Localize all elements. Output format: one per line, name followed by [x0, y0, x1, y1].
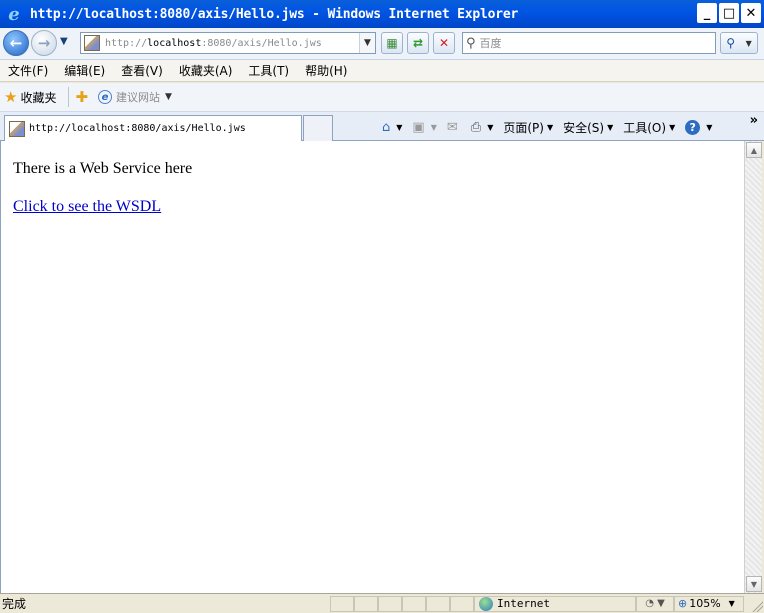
window-controls: _ □ ✕: [697, 3, 761, 23]
vertical-scrollbar[interactable]: ▲ ▼: [744, 141, 762, 593]
refresh-button[interactable]: ⇄: [407, 32, 429, 54]
back-button[interactable]: ←: [3, 30, 29, 56]
tab-page-icon: [9, 120, 25, 137]
scroll-up-button[interactable]: ▲: [746, 142, 762, 158]
menu-edit[interactable]: 编辑(E): [56, 62, 113, 79]
new-tab-button[interactable]: [303, 115, 333, 141]
window-title: http://localhost:8080/axis/Hello.jws - W…: [30, 6, 519, 22]
menu-tools[interactable]: 工具(T): [240, 62, 297, 79]
tab-title: http://localhost:8080/axis/Hello.jws: [29, 123, 246, 134]
address-url[interactable]: http://localhost:8080/axis/Hello.jws: [105, 38, 322, 49]
favorites-bar: ★ 收藏夹 ✚ e 建议网站 ▼: [0, 83, 764, 112]
separator: [68, 87, 70, 107]
home-icon: ⌂: [382, 119, 391, 135]
ie-logo-icon: e: [8, 3, 20, 25]
status-pane: [330, 595, 354, 612]
menu-bar: 文件(F) 编辑(E) 查看(V) 收藏夹(A) 工具(T) 帮助(H): [0, 60, 764, 82]
recent-pages-dropdown[interactable]: ▼: [60, 36, 68, 47]
menu-favorites[interactable]: 收藏夹(A): [171, 62, 241, 79]
print-button[interactable]: ⎙ ▼: [471, 120, 494, 135]
add-to-favorites-icon[interactable]: ✚: [75, 88, 88, 106]
page-content: There is a Web Service here Click to see…: [0, 141, 744, 593]
forward-arrow-icon: →: [37, 34, 51, 52]
url-prefix: http://: [105, 37, 148, 49]
address-toolbar: ← → ▼ http://localhost:8080/axis/Hello.j…: [0, 28, 764, 60]
minimize-button[interactable]: _: [697, 3, 717, 23]
search-provider-icon: ⚲: [466, 35, 476, 51]
forward-button[interactable]: →: [31, 30, 57, 56]
star-icon[interactable]: ★: [4, 88, 17, 106]
address-bar[interactable]: http://localhost:8080/axis/Hello.jws ▼: [80, 32, 376, 54]
search-placeholder: 百度: [479, 37, 502, 50]
favorites-button[interactable]: 收藏夹: [20, 89, 56, 106]
feeds-icon: ▣: [412, 119, 425, 135]
resize-grip[interactable]: [751, 600, 763, 612]
stop-icon: ✕: [438, 36, 450, 50]
suggested-sites-link[interactable]: 建议网站: [116, 89, 160, 105]
url-host: localhost: [147, 37, 202, 49]
status-pane: [378, 595, 402, 612]
search-button[interactable]: ⚲ ▼: [720, 32, 758, 54]
globe-icon: [479, 596, 493, 611]
search-icon: ⚲: [726, 36, 736, 50]
page-menu-label: 页面(P): [503, 120, 544, 135]
wsdl-link[interactable]: Click to see the WSDL: [13, 198, 161, 216]
safety-menu[interactable]: 安全(S) ▼: [563, 119, 613, 136]
print-icon: ⎙: [470, 119, 482, 135]
status-pane: [426, 595, 450, 612]
title-bar: e http://localhost:8080/axis/Hello.jws -…: [0, 0, 764, 28]
security-zone[interactable]: Internet: [474, 595, 636, 612]
status-bar: 完成 Internet ◔ ▼ ⊕ 105% ▼: [0, 593, 764, 613]
search-options-icon[interactable]: ▼: [746, 39, 752, 48]
menu-help[interactable]: 帮助(H): [297, 62, 355, 79]
scroll-down-button[interactable]: ▼: [746, 576, 762, 592]
read-mail-button[interactable]: ✉: [447, 120, 461, 135]
maximize-button[interactable]: □: [719, 3, 739, 23]
status-pane: [402, 595, 426, 612]
suggested-sites-icon: e: [98, 90, 113, 104]
feeds-button[interactable]: ▣ ▼: [412, 120, 436, 135]
zoom-icon: ⊕: [678, 597, 688, 610]
stop-button[interactable]: ✕: [433, 32, 455, 54]
command-bar: ⌂ ▼ ▣ ▼ ✉ ⎙ ▼ 页面(P) ▼ 安全(S) ▼ 工具(O) ▼ ? ▼: [382, 117, 722, 137]
tools-menu[interactable]: 工具(O) ▼: [623, 119, 675, 136]
address-dropdown[interactable]: ▼: [359, 33, 375, 53]
help-menu[interactable]: ? ▼: [685, 119, 712, 135]
status-pane: [354, 595, 378, 612]
compat-icon: ▦: [386, 36, 398, 50]
back-arrow-icon: ←: [9, 34, 23, 52]
mail-icon: ✉: [446, 119, 458, 135]
zone-label: Internet: [497, 597, 550, 610]
zoom-level: 105%: [689, 597, 721, 610]
page-icon: [84, 35, 100, 51]
refresh-icon: ⇄: [412, 36, 424, 50]
close-button[interactable]: ✕: [741, 3, 761, 23]
tools-menu-label: 工具(O): [623, 120, 667, 135]
protected-mode-button[interactable]: ◔ ▼: [636, 595, 674, 612]
url-rest: :8080/axis/Hello.jws: [201, 37, 322, 49]
tab-command-bar: http://localhost:8080/axis/Hello.jws ⌂ ▼ …: [0, 112, 764, 141]
suggested-sites-dropdown[interactable]: ▼: [165, 92, 172, 102]
home-button[interactable]: ⌂ ▼: [382, 120, 402, 135]
help-icon: ?: [685, 119, 701, 135]
tab-active[interactable]: http://localhost:8080/axis/Hello.jws: [4, 115, 302, 141]
menu-file[interactable]: 文件(F): [0, 62, 56, 79]
more-commands-button[interactable]: »: [750, 113, 758, 128]
search-box[interactable]: ⚲ 百度: [462, 32, 716, 54]
status-pane: [450, 595, 474, 612]
status-text: 完成: [2, 597, 27, 611]
compatibility-view-button[interactable]: ▦: [381, 32, 403, 54]
menu-view[interactable]: 查看(V): [113, 62, 171, 79]
safety-menu-label: 安全(S): [563, 120, 605, 135]
zoom-button[interactable]: ⊕ 105% ▼: [674, 595, 744, 612]
service-text: There is a Web Service here: [13, 160, 193, 177]
page-menu[interactable]: 页面(P) ▼: [503, 119, 553, 136]
